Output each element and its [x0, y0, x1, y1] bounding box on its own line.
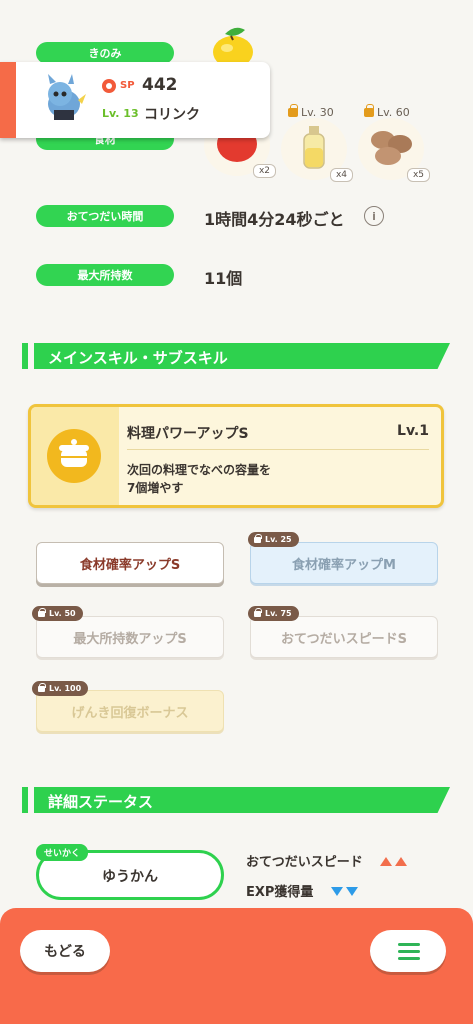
section-bar [22, 787, 28, 813]
lock-tag-lv25: Lv. 25 [248, 532, 299, 547]
sub-skill-ingredient-finder-s[interactable]: 食材確率アップS [36, 542, 224, 584]
section-title: メインスキル・サブスキル [48, 349, 228, 367]
sp-icon [102, 79, 116, 93]
main-skill-description: 次回の料理でなべの容量を 7個増やす [127, 463, 272, 495]
lock-icon [254, 607, 262, 617]
ingredient-potato[interactable]: x5 [358, 118, 430, 182]
menu-icon [398, 957, 420, 960]
menu-button[interactable] [370, 930, 446, 972]
lock-icon [254, 533, 262, 543]
lock-tag-lv75: Lv. 75 [248, 606, 299, 621]
section-bar [22, 343, 28, 369]
lock-icon [38, 682, 46, 692]
ingredient-count: x2 [252, 164, 276, 178]
lock-icon [288, 104, 298, 117]
section-header-skills: メインスキル・サブスキル [22, 343, 450, 369]
sub-skill-inventory-up-s[interactable]: 最大所持数アップS [36, 616, 224, 658]
lock-tag-lv100: Lv. 100 [32, 681, 89, 696]
pokemon-card[interactable]: SP 442 Lv. 13 コリンク [0, 62, 270, 138]
down-arrow-icon [330, 887, 343, 896]
ingredient-oil[interactable]: x4 [281, 118, 353, 182]
menu-icon [398, 943, 420, 946]
main-skill-level: Lv.1 [397, 423, 429, 439]
up-arrow-icon [380, 857, 393, 866]
sub-skill-ingredient-finder-m[interactable]: 食材確率アップM [250, 542, 438, 584]
divider [127, 449, 429, 450]
berry-label: きのみ [36, 42, 174, 64]
sub-skill-helping-speed-s[interactable]: おてつだいスピードS [250, 616, 438, 658]
sp-label: SP [120, 80, 135, 91]
sub-skill-energy-recovery-bonus[interactable]: げんき回復ボーナス [36, 690, 224, 732]
nature-down-stat: EXP獲得量 [246, 881, 358, 900]
back-button[interactable]: もどる [20, 930, 110, 972]
help-time-value: 1時間4分24秒ごと [204, 210, 345, 229]
max-carry-value: 11個 [204, 269, 243, 288]
cooking-pot-icon [47, 429, 101, 483]
nature-tag: せいかく [36, 844, 89, 861]
help-time-label: おてつだい時間 [36, 205, 174, 227]
ingredient-count: x4 [329, 168, 353, 182]
down-arrow-icon [345, 887, 358, 896]
up-arrow-icon [395, 857, 408, 866]
main-skill-card[interactable]: 料理パワーアップS Lv.1 次回の料理でなべの容量を 7個増やす [28, 404, 444, 508]
ingredient-count: x5 [406, 168, 430, 182]
sp-value: 442 [142, 75, 178, 95]
menu-icon [398, 950, 420, 953]
section-header-details: 詳細ステータス [22, 787, 450, 813]
lock-icon [38, 607, 46, 617]
nature-up-stat: おてつだいスピード [246, 851, 408, 870]
nature-value: ゆうかん [102, 869, 158, 885]
max-carry-label: 最大所持数 [36, 264, 174, 286]
info-icon[interactable]: i [364, 206, 384, 226]
main-skill-name: 料理パワーアップS [127, 426, 249, 442]
pokemon-sprite [48, 74, 86, 120]
pokemon-level: Lv. 13 [102, 107, 139, 120]
lock-tag-lv50: Lv. 50 [32, 606, 83, 621]
pokemon-name: コリンク [144, 107, 200, 123]
lock-icon [364, 104, 374, 117]
section-title: 詳細ステータス [48, 793, 154, 811]
